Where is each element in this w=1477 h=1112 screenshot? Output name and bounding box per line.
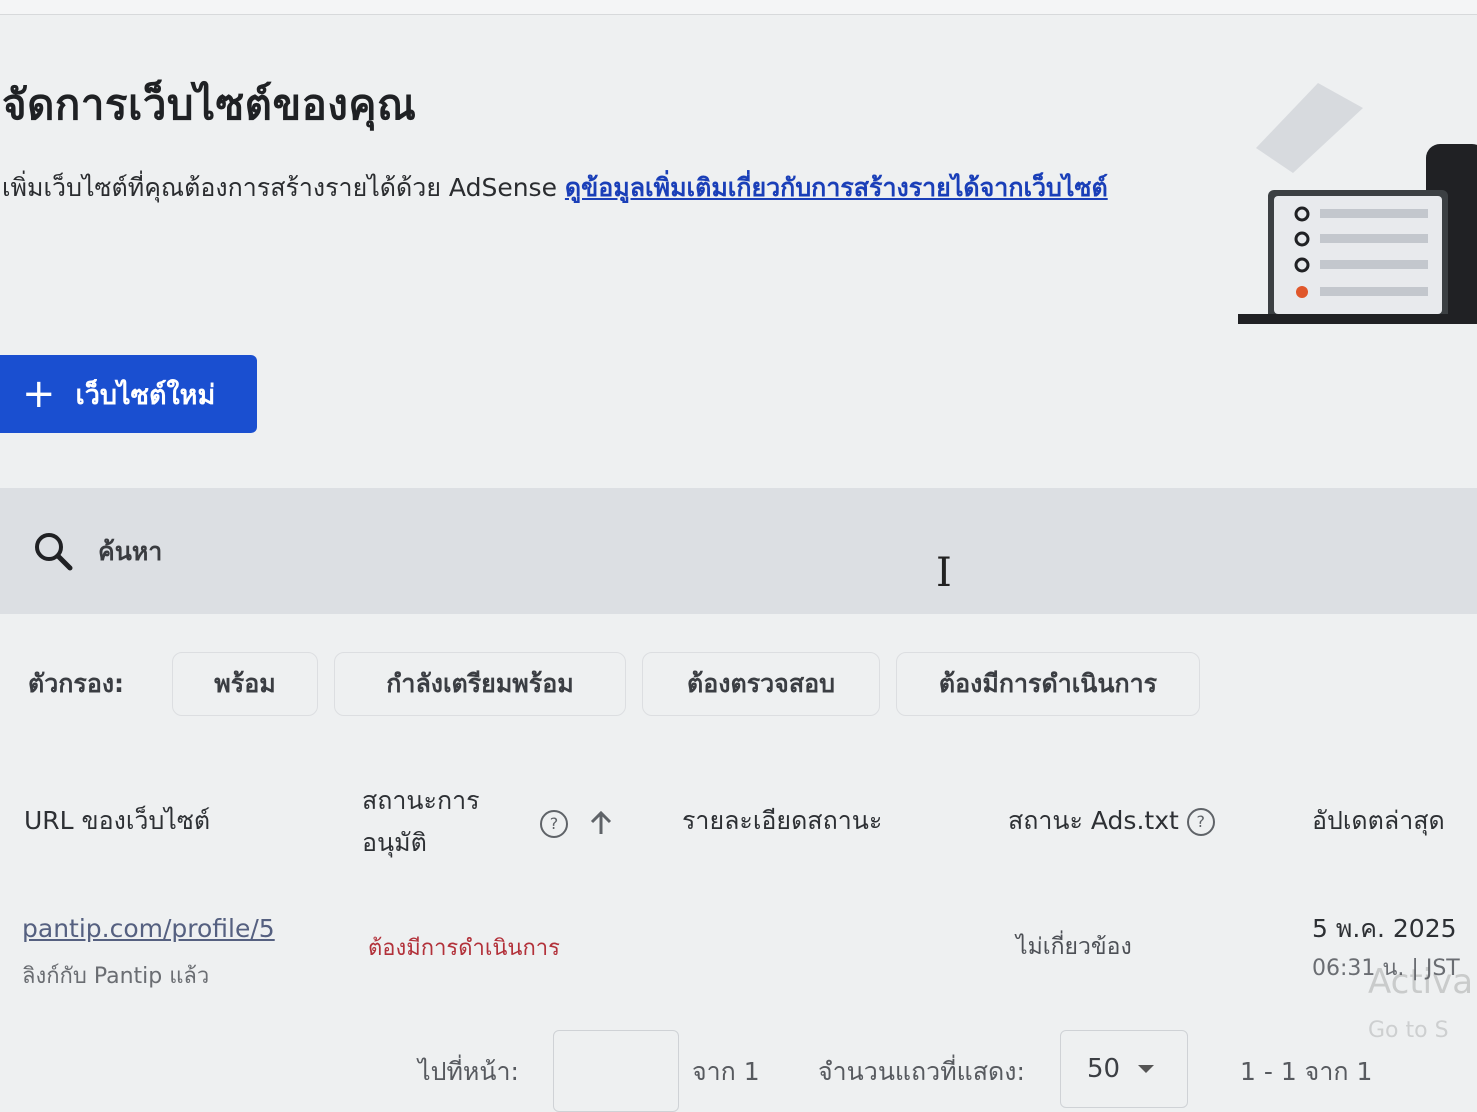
- ads-txt-status: ไม่เกี่ยวข้อง: [1016, 934, 1132, 960]
- column-header-ads-txt-label: สถานะ Ads.txt: [1008, 806, 1179, 835]
- description-text: เพิ่มเว็บไซต์ที่คุณต้องการสร้างรายได้ด้ว…: [2, 173, 557, 202]
- row-range-label: 1 - 1 จาก 1: [1240, 1057, 1373, 1086]
- new-site-button[interactable]: + เว็บไซต์ใหม่: [0, 355, 257, 433]
- activate-windows-watermark: Activa: [1368, 962, 1474, 1002]
- filter-chip-needs-review[interactable]: ต้องตรวจสอบ: [642, 652, 880, 716]
- column-header-approval-line1: สถานะการ: [362, 786, 480, 815]
- goto-page-label: ไปที่หน้า:: [418, 1057, 519, 1086]
- table-header: URL ของเว็บไซต์ สถานะการ อนุมัติ ? รายละ…: [0, 770, 1477, 880]
- last-updated-date: 5 พ.ค. 2025: [1312, 914, 1457, 943]
- column-header-status-details[interactable]: รายละเอียดสถานะ: [682, 800, 882, 842]
- page-title: จัดการเว็บไซต์ของคุณ: [2, 80, 417, 129]
- site-url-link[interactable]: pantip.com/profile/5: [22, 914, 275, 943]
- filter-chip-action-required[interactable]: ต้องมีการดำเนินการ: [896, 652, 1200, 716]
- approval-help-icon[interactable]: ?: [540, 810, 568, 838]
- filter-label: ตัวกรอง:: [28, 669, 125, 698]
- sort-ascending-arrow-icon[interactable]: [590, 810, 612, 836]
- search-bar: [0, 488, 1477, 614]
- checklist-illustration: [1238, 83, 1477, 324]
- rows-per-page-value: 50: [1087, 1054, 1121, 1084]
- column-header-approval[interactable]: สถานะการ อนุมัติ: [362, 780, 480, 864]
- search-input[interactable]: [96, 535, 900, 567]
- pagination-bar: ไปที่หน้า: จาก 1 จำนวนแถวที่แสดง: 50 1 -…: [0, 1022, 1477, 1112]
- rows-per-page-select[interactable]: 50: [1060, 1030, 1188, 1108]
- column-header-approval-line2: อนุมัติ: [362, 828, 427, 857]
- filter-bar: ตัวกรอง: พร้อม กำลังเตรียมพร้อม ต้องตรวจ…: [0, 644, 1477, 724]
- dropdown-caret-icon: [1138, 1065, 1155, 1073]
- approval-status: ต้องมีการดำเนินการ: [368, 936, 560, 961]
- page-description: เพิ่มเว็บไซต์ที่คุณต้องการสร้างรายได้ด้ว…: [2, 170, 1202, 206]
- new-site-label: เว็บไซต์ใหม่: [75, 379, 216, 411]
- table-row: pantip.com/profile/5 ลิงก์กับ Pantip แล้…: [0, 900, 1477, 1010]
- text-cursor-icon: I: [936, 550, 952, 596]
- learn-more-link[interactable]: ดูข้อมูลเพิ่มเติมเกี่ยวกับการสร้างรายได้…: [565, 173, 1108, 202]
- page-number-input[interactable]: [553, 1030, 679, 1112]
- column-header-last-updated[interactable]: อัปเดตล่าสุด: [1312, 800, 1445, 842]
- ads-txt-help-icon[interactable]: ?: [1186, 808, 1215, 836]
- site-url-cell: pantip.com/profile/5: [22, 908, 324, 950]
- browser-top-edge: [0, 0, 1477, 15]
- plus-icon: +: [22, 371, 56, 417]
- column-header-url[interactable]: URL ของเว็บไซต์: [24, 800, 210, 842]
- column-header-ads-txt[interactable]: สถานะ Ads.txt ?: [1008, 800, 1215, 842]
- site-link-status: ลิงก์กับ Pantip แล้ว: [22, 964, 210, 989]
- total-pages-label: จาก 1: [692, 1057, 760, 1086]
- rows-per-page-label: จำนวนแถวที่แสดง:: [818, 1057, 1025, 1086]
- search-icon: [35, 533, 73, 571]
- filter-chip-preparing[interactable]: กำลังเตรียมพร้อม: [334, 652, 626, 716]
- filter-chip-ready[interactable]: พร้อม: [172, 652, 318, 716]
